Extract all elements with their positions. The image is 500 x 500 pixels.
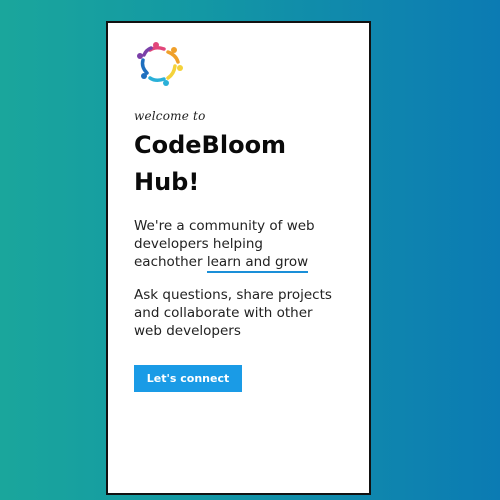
welcome-card: welcome to CodeBloom Hub! We're a commun… <box>106 21 371 495</box>
learn-and-grow-highlight: learn and grow <box>206 254 309 273</box>
page-title: CodeBloom Hub! <box>134 131 287 196</box>
lets-connect-button[interactable]: Let's connect <box>134 365 242 392</box>
welcome-tagline: welcome to <box>134 109 206 123</box>
community-logo-icon <box>132 41 188 87</box>
community-purpose: Ask questions, share projects and collab… <box>134 287 332 339</box>
community-description: We're a community of web developers help… <box>134 217 334 273</box>
